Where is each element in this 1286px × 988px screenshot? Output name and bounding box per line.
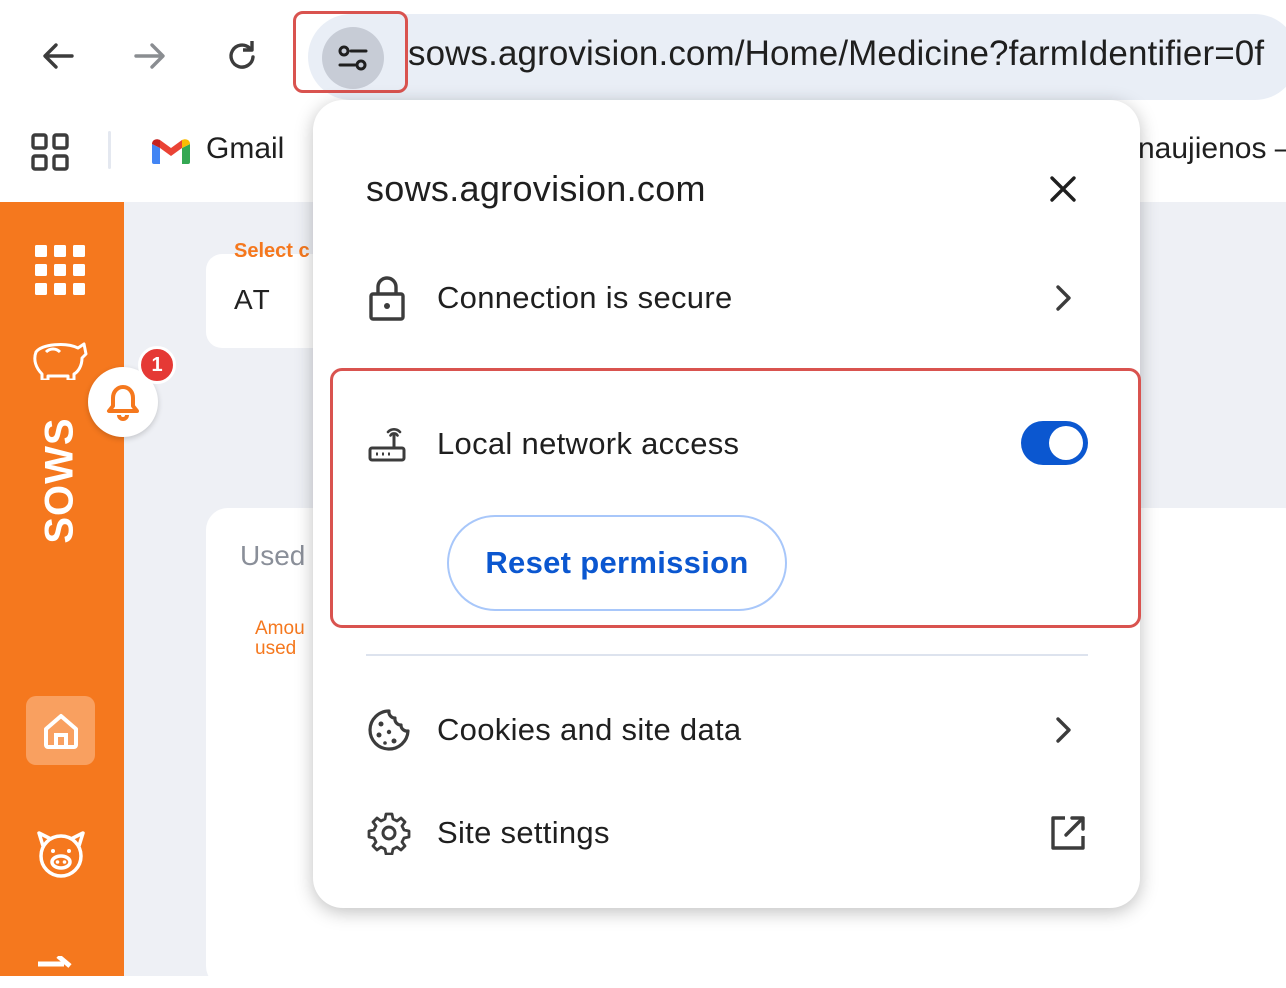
gear-icon [367,812,411,855]
bell-icon [107,385,139,421]
pig-icon[interactable] [30,338,90,380]
reload-icon [229,41,255,69]
connection-row[interactable]: Connection is secure [313,248,1140,348]
brand-text: SOWS [37,416,82,544]
cookie-icon [368,709,410,751]
bookmark-naujienos[interactable]: naujienos – [1138,132,1286,166]
brand-logo: SOWS [20,416,100,544]
open-external-icon [1051,816,1085,850]
home-icon [43,713,78,749]
forward-button[interactable] [124,30,176,82]
select-label: Select c [234,240,310,262]
site-settings-label: Site settings [437,815,610,850]
close-icon [1050,176,1076,202]
back-arrow-icon [43,43,74,69]
notification-badge: 1 [138,346,176,384]
highlight-box-local-network [330,368,1141,628]
site-settings-row[interactable]: Site settings [313,783,1140,883]
cookies-row[interactable]: Cookies and site data [313,680,1140,780]
reload-button[interactable] [216,30,268,82]
bookmark-gmail[interactable]: Gmail [206,132,284,166]
connection-label: Connection is secure [437,280,733,315]
used-label: Used [240,540,306,571]
home-nav-button[interactable] [26,696,95,765]
chevron-right-icon [1056,285,1071,311]
back-button[interactable] [32,30,84,82]
lock-icon [369,276,405,321]
cookies-label: Cookies and site data [437,712,742,747]
pig-face-icon[interactable] [34,828,88,880]
url-text[interactable]: sows.agrovision.com/Home/Medicine?farmId… [408,34,1264,74]
close-button[interactable] [1036,162,1090,216]
browser-toolbar: sows.agrovision.com/Home/Medicine?farmId… [0,0,1286,112]
menu-grid-icon[interactable] [34,244,86,296]
chevron-right-icon [1056,717,1071,743]
popup-site-title: sows.agrovision.com [366,168,706,209]
popup-divider [366,654,1088,656]
select-value[interactable]: AT [234,284,272,316]
highlight-box-site-info [293,11,408,93]
logout-icon[interactable] [36,956,86,976]
bookmarks-separator [108,131,111,169]
forward-arrow-icon [134,43,165,69]
apps-grid-icon[interactable] [30,132,70,172]
gmail-icon[interactable] [150,136,192,166]
